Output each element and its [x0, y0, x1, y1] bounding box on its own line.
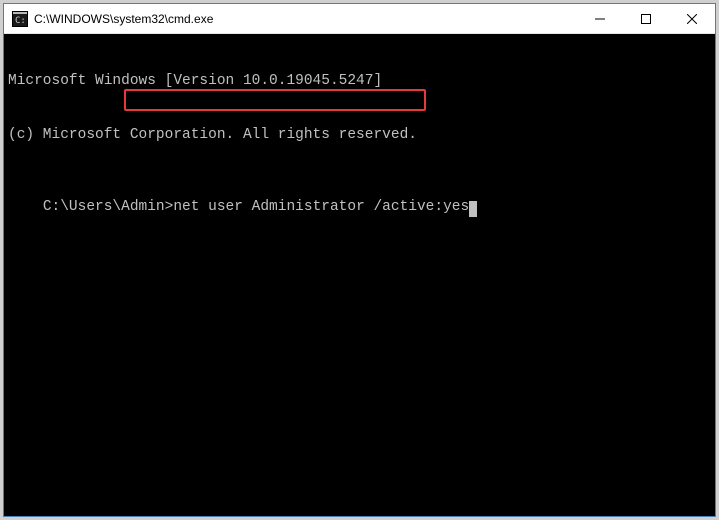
prompt-text: C:\Users\Admin>	[43, 199, 174, 215]
annotation-highlight	[124, 89, 426, 111]
cmd-icon: C:	[12, 11, 28, 27]
banner-line: (c) Microsoft Corporation. All rights re…	[8, 126, 711, 144]
minimize-button[interactable]	[577, 4, 623, 33]
terminal-area[interactable]: Microsoft Windows [Version 10.0.19045.52…	[4, 34, 715, 516]
window-title: C:\WINDOWS\system32\cmd.exe	[34, 12, 577, 26]
titlebar[interactable]: C: C:\WINDOWS\system32\cmd.exe	[4, 4, 715, 34]
prompt-line: C:\Users\Admin>net user Administrator /a…	[43, 198, 477, 216]
command-text: net user Administrator /active:yes	[173, 199, 469, 215]
window-controls	[577, 4, 715, 33]
cmd-window: C: C:\WINDOWS\system32\cmd.exe Microsoft…	[3, 3, 716, 517]
svg-text:C:: C:	[15, 16, 26, 26]
close-button[interactable]	[669, 4, 715, 33]
banner-line: Microsoft Windows [Version 10.0.19045.52…	[8, 72, 711, 90]
maximize-button[interactable]	[623, 4, 669, 33]
text-cursor	[469, 201, 477, 217]
